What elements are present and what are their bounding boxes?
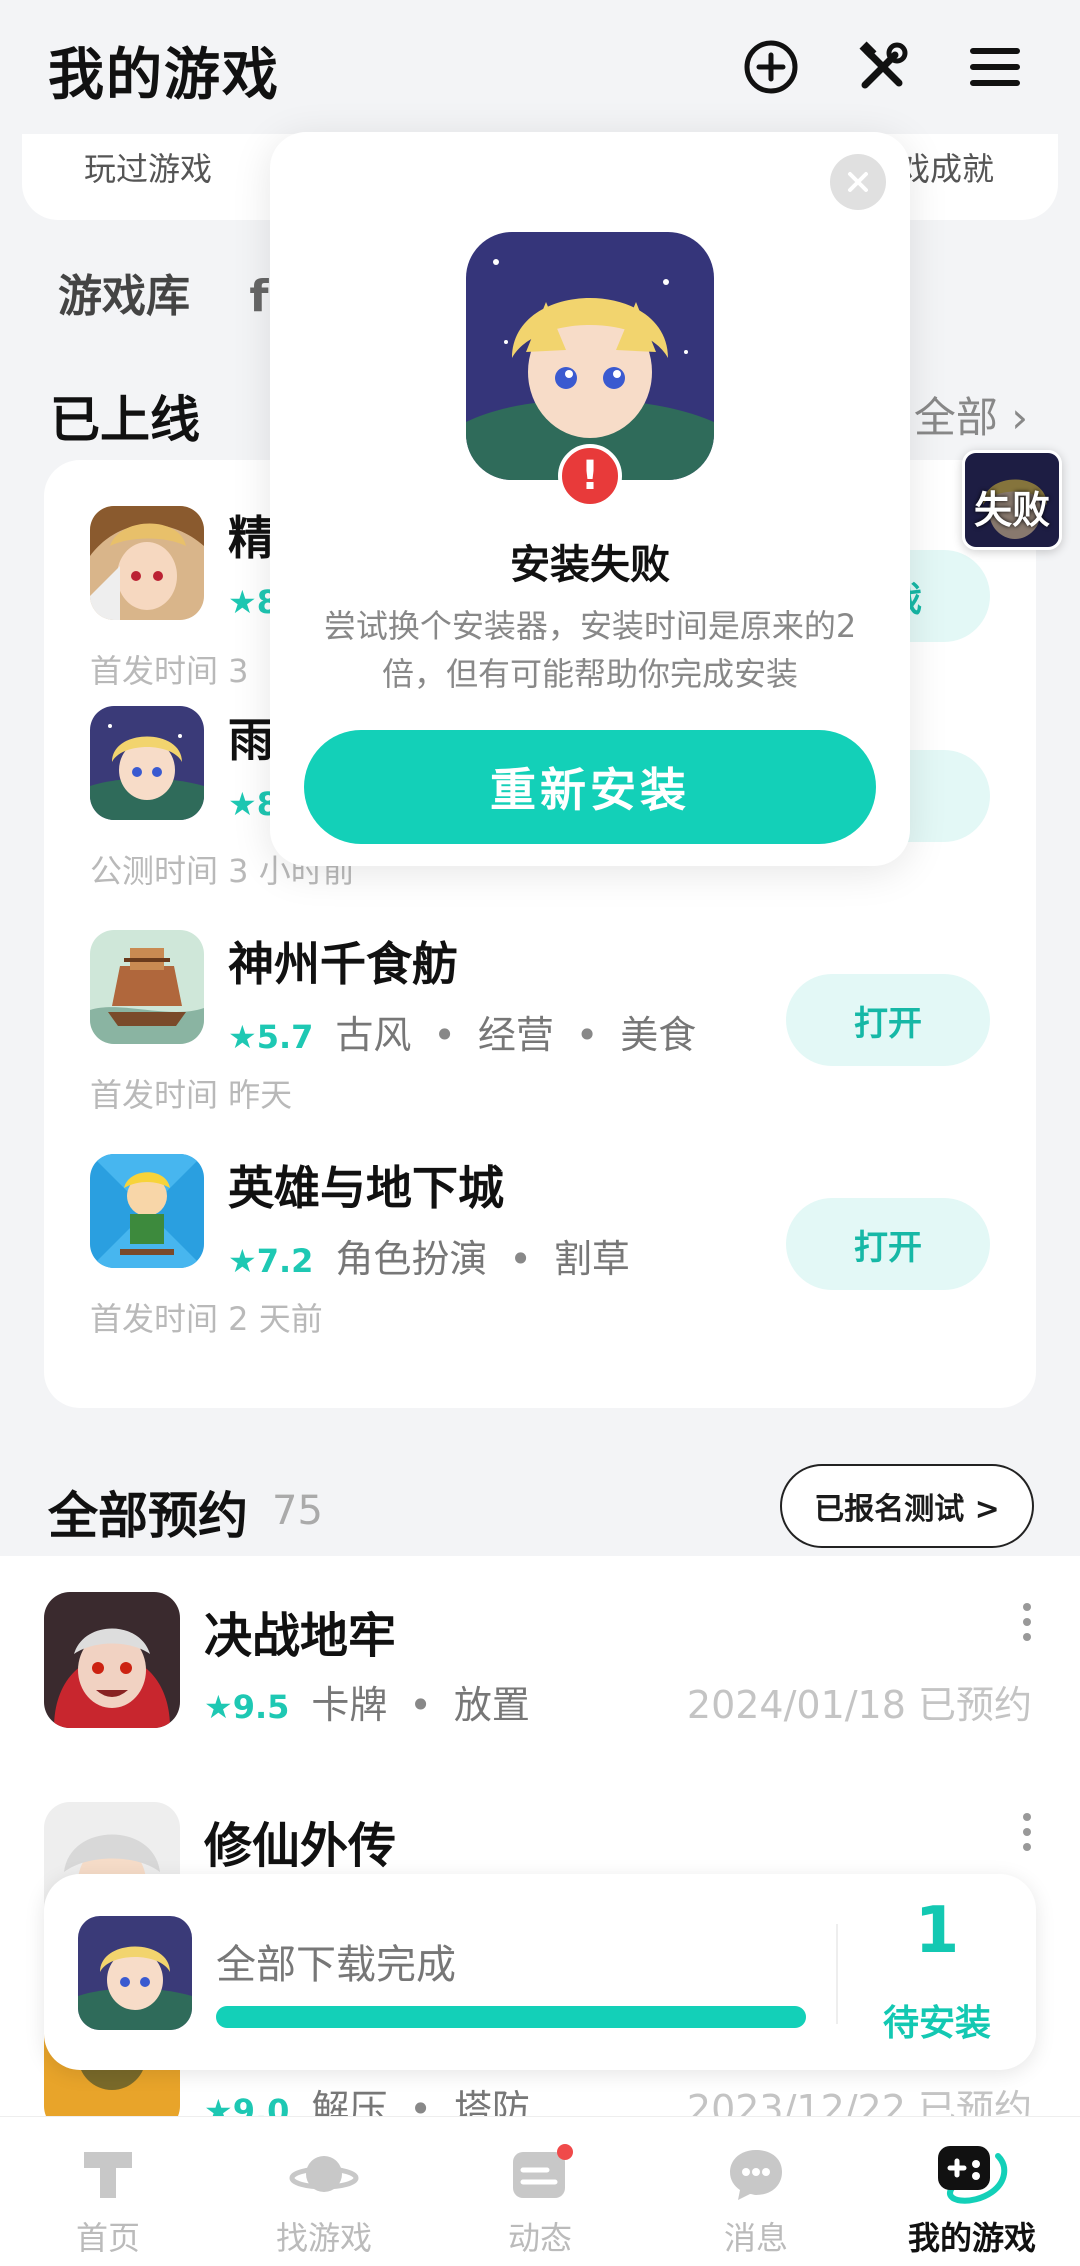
game-rating: ★9.5 [204,1688,290,1726]
reserve-count: 75 [272,1488,323,1534]
download-status-text: 全部下载完成 [216,1942,456,1988]
reserve-section-title: 全部预约 [48,1487,248,1545]
reserve-date: 2024/01/18 已预约 [686,1683,1032,1727]
game-row[interactable]: 英雄与地下城 ★7.2 角色扮演 • 割草 首发时间 2 天前 打开 [44,1132,1036,1338]
tools-icon[interactable] [852,36,914,98]
pending-install-label[interactable]: 待安装 [838,1994,1036,2046]
game-rating: ★7.2 [228,1242,314,1280]
registered-test-button[interactable]: 已报名测试 > [780,1464,1034,1548]
game-name: 英雄与地下城 [228,1161,504,1215]
achievements-label[interactable]: 戏成就 [898,144,994,190]
release-time: 首发时间 2 天前 [90,1300,323,1338]
game-name: 神州千食舫 [228,937,458,991]
open-button[interactable]: 打开 [786,974,990,1066]
game-name: 修仙外传 [204,1818,397,1874]
game-name: 决战地牢 [204,1608,397,1664]
game-icon [90,1154,204,1268]
close-icon[interactable] [830,154,886,210]
home-icon [66,2139,150,2209]
game-icon [44,1592,180,1728]
online-more-link[interactable]: 全部 › [914,384,1028,445]
game-row[interactable]: 神州千食舫 ★5.7 古风 • 经营 • 美食 首发时间 昨天 打开 [44,908,1036,1114]
nav-label: 首页 [75,2219,140,2257]
nav-item-feed[interactable]: 动态 [432,2117,648,2266]
game-tag: 放置 [453,1683,530,1727]
open-button[interactable]: 打开 [786,1198,990,1290]
more-options-icon[interactable] [1022,1812,1032,1852]
game-icon [466,232,714,480]
game-tag: 割草 [553,1237,630,1281]
played-games-label[interactable]: 玩过游戏 [84,144,212,190]
game-icon [78,1916,192,2030]
tab-partial: f [249,271,269,322]
list-item[interactable]: 决战地牢 ★9.5 卡牌 • 放置 2024/01/18 已预约 [0,1556,1080,1766]
add-icon[interactable] [740,36,802,98]
game-meta: ★9.5 卡牌 • 放置 [204,1683,530,1727]
reinstall-button[interactable]: 重新安装 [304,730,876,844]
online-section-title: 已上线 [50,391,200,449]
nav-label: 找游戏 [275,2219,372,2257]
nav-item-discover[interactable]: 找游戏 [216,2117,432,2266]
bottom-nav: 首页 找游戏 动态 消息 我的游戏 [0,2116,1080,2266]
game-tag: 角色扮演 [335,1237,488,1281]
download-progress-fill [216,2006,806,2028]
game-icon [90,506,204,620]
download-status-bar[interactable]: 全部下载完成 1 待安装 [44,1874,1036,2070]
feed-icon [498,2139,582,2209]
header: 我的游戏 [0,0,1080,135]
game-name: 精 [228,511,274,565]
game-rating: ★5.7 [228,1018,314,1056]
tab-label: 游戏库 [58,271,190,322]
message-icon [714,2139,798,2209]
dialog-title: 安装失败 [510,542,670,588]
pending-install-count[interactable]: 1 [838,1894,1036,1968]
game-meta: ★7.2 角色扮演 • 割草 [228,1237,630,1281]
game-icon [90,706,204,820]
error-icon: ! [558,444,622,508]
planet-icon [282,2139,366,2209]
more-options-icon[interactable] [1022,1602,1032,1642]
gamepad-icon [930,2139,1014,2209]
game-tag: 卡牌 [311,1683,388,1727]
nav-item-my-games[interactable]: 我的游戏 [864,2117,1080,2266]
game-icon [90,930,204,1044]
tab-game-library[interactable]: 游戏库 f [58,260,268,324]
fail-badge-label: 失败 [973,488,1050,532]
nav-label: 动态 [507,2219,572,2257]
download-progress-bar [216,2006,806,2028]
game-tag: 美食 [620,1013,697,1057]
game-meta: ★5.7 古风 • 经营 • 美食 [228,1013,697,1057]
release-time: 首发时间 昨天 [90,1076,293,1114]
install-fail-badge[interactable]: 失败 [962,450,1062,550]
nav-item-home[interactable]: 首页 [0,2117,216,2266]
nav-item-messages[interactable]: 消息 [648,2117,864,2266]
game-tag: 古风 [335,1013,412,1057]
page-title: 我的游戏 [48,43,280,108]
chevron-right-icon: › [1011,393,1028,442]
install-failed-dialog: ! 安装失败 尝试换个安装器，安装时间是原来的2倍，但有可能帮助你完成安装 重新… [270,132,910,866]
game-tag: 经营 [477,1013,554,1057]
more-label: 全部 [913,393,998,442]
game-name: 雨 [228,713,274,767]
nav-label: 消息 [723,2219,788,2257]
nav-label: 我的游戏 [907,2219,1036,2257]
dialog-description: 尝试换个安装器，安装时间是原来的2倍，但有可能帮助你完成安装 [323,607,857,693]
menu-icon[interactable] [964,36,1026,98]
